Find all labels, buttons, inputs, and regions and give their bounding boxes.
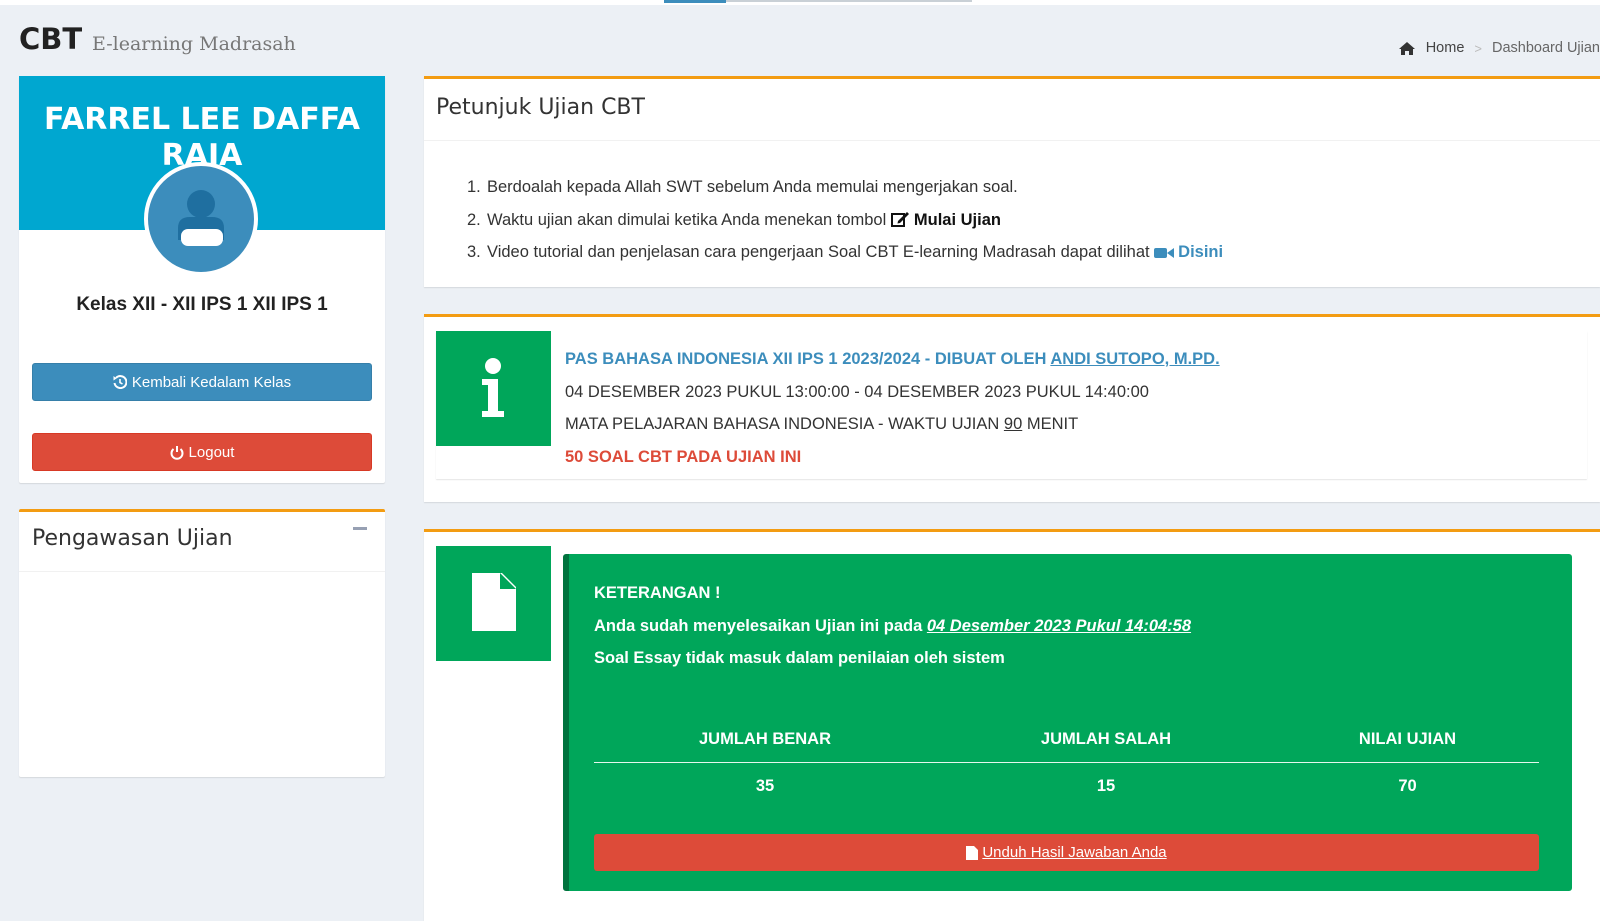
exam-subject-text: MATA PELAJARAN BAHASA INDONESIA - WAKTU … xyxy=(565,415,1000,433)
column-header: JUMLAH BENAR xyxy=(699,729,831,748)
exam-subject: MATA PELAJARAN BAHASA INDONESIA - WAKTU … xyxy=(565,408,1220,441)
top-navbar xyxy=(0,0,1600,5)
result-notes: KETERANGAN ! Anda sudah menyelesaikan Uj… xyxy=(594,577,1191,675)
result-heading: KETERANGAN ! xyxy=(594,584,721,602)
avatar xyxy=(144,162,258,276)
score-table: JUMLAH BENAR JUMLAH SALAH NILAI UJIAN 35… xyxy=(594,716,1539,810)
exam-details: PAS BAHASA INDONESIA XII IPS 1 2023/2024… xyxy=(565,343,1220,473)
download-answers-label: Unduh Hasil Jawaban Anda xyxy=(982,844,1167,861)
exam-schedule: 04 DESEMBER 2023 PUKUL 13:00:00 - 04 DES… xyxy=(565,382,1149,401)
home-icon xyxy=(1398,41,1415,55)
breadcrumb-home-link[interactable]: Home xyxy=(1426,40,1465,56)
table-row: 35 15 70 xyxy=(594,763,1539,810)
video-camera-icon xyxy=(1154,248,1175,258)
page-subtitle: E-learning Madrasah xyxy=(92,33,296,55)
petunjuk-card: Petunjuk Ujian CBT 1. Berdoalah kepada Al… xyxy=(424,76,1600,287)
profile-card: FARREL LEE DAFFA RAJA Kelas XII - XII IP… xyxy=(19,76,385,483)
file-box-icon-bg xyxy=(436,546,551,661)
question-count: 50 SOAL CBT PADA UJIAN INI xyxy=(565,447,802,466)
user-icon xyxy=(178,190,224,246)
history-icon xyxy=(113,375,127,389)
result-card: KETERANGAN ! Anda sudah menyelesaikan Uj… xyxy=(424,529,1600,921)
exam-info-card: PAS BAHASA INDONESIA XII IPS 1 2023/2024… xyxy=(424,314,1600,502)
list-item: 3. Video tutorial dan penjelasan cara pen… xyxy=(467,236,1223,269)
student-class: Kelas XII - XII IPS 1 XII IPS 1 xyxy=(76,294,328,315)
pengawasan-card: Pengawasan Ujian xyxy=(19,509,385,777)
power-icon xyxy=(170,445,183,460)
logout-label: Logout xyxy=(188,443,235,461)
exam-title-text: PAS BAHASA INDONESIA XII IPS 1 2023/2024… xyxy=(565,350,1047,368)
wrong-count: 15 xyxy=(1096,777,1116,795)
petunjuk-divider xyxy=(424,140,1600,141)
video-tutorial-link-label: Disini xyxy=(1178,243,1224,261)
back-to-class-label: Kembali Kedalam Kelas xyxy=(131,373,292,391)
info-icon xyxy=(482,358,504,417)
video-tutorial-link[interactable]: Disini xyxy=(1154,243,1223,261)
edit-icon xyxy=(890,211,909,227)
list-item-number: 3. xyxy=(467,243,481,261)
list-item-text: Video tutorial dan penjelasan cara penge… xyxy=(487,243,1150,261)
exam-title: PAS BAHASA INDONESIA XII IPS 1 2023/2024… xyxy=(565,343,1220,376)
list-item-text: Berdoalah kepada Allah SWT sebelum Anda … xyxy=(487,178,1018,196)
info-box-icon-bg xyxy=(436,331,551,446)
column-header: JUMLAH SALAH xyxy=(1040,729,1172,748)
breadcrumb-current: Dashboard Ujian xyxy=(1491,40,1600,56)
file-icon xyxy=(472,573,516,631)
result-callout: KETERANGAN ! Anda sudah menyelesaikan Uj… xyxy=(563,554,1572,891)
exam-duration: 90 xyxy=(1003,415,1023,433)
collapse-icon[interactable] xyxy=(353,527,367,530)
breadcrumb-separator: > xyxy=(1474,40,1482,56)
download-answers-button[interactable]: Unduh Hasil Jawaban Anda xyxy=(594,834,1539,871)
finished-line: Anda sudah menyelesaikan Ujian ini pada … xyxy=(594,610,1191,643)
list-item-text: Waktu ujian akan dimulai ketika Anda men… xyxy=(487,210,887,229)
exam-author-link[interactable]: ANDI SUTOPO, M.PD. xyxy=(1050,350,1219,368)
breadcrumb: Home > Dashboard Ujian xyxy=(1398,40,1600,56)
score-table-header: JUMLAH BENAR JUMLAH SALAH NILAI UJIAN xyxy=(594,716,1539,763)
list-item-number: 2. xyxy=(467,210,481,229)
page-title: CBT xyxy=(19,22,83,56)
exam-info-box: PAS BAHASA INDONESIA XII IPS 1 2023/2024… xyxy=(436,331,1587,479)
navbar-divider xyxy=(726,0,972,2)
navbar-active-indicator xyxy=(664,0,726,3)
pengawasan-title: Pengawasan Ujian xyxy=(32,526,233,551)
finished-date: 04 Desember 2023 Pukul 14:04:58 xyxy=(926,616,1192,635)
back-to-class-button[interactable]: Kembali Kedalam Kelas xyxy=(32,363,372,401)
list-item: 2. Waktu ujian akan dimulai ketika Anda m… xyxy=(467,204,1223,237)
exam-score: 70 xyxy=(1398,777,1417,795)
list-item-number: 1. xyxy=(467,178,481,196)
pengawasan-divider xyxy=(19,571,385,572)
exam-duration-unit: MENIT xyxy=(1026,415,1079,433)
petunjuk-list: 1. Berdoalah kepada Allah SWT sebelum And… xyxy=(467,171,1223,269)
finished-text: Anda sudah menyelesaikan Ujian ini pada xyxy=(594,616,923,635)
petunjuk-title: Petunjuk Ujian CBT xyxy=(436,95,645,120)
correct-count: 35 xyxy=(755,777,775,795)
list-item: 1. Berdoalah kepada Allah SWT sebelum And… xyxy=(467,171,1223,204)
file-icon xyxy=(966,845,979,860)
mulai-ujian-text: Mulai Ujian xyxy=(913,210,1001,229)
essay-note: Soal Essay tidak masuk dalam penilaian o… xyxy=(594,649,1005,667)
logout-button[interactable]: Logout xyxy=(32,433,372,471)
column-header: NILAI UJIAN xyxy=(1358,729,1457,748)
